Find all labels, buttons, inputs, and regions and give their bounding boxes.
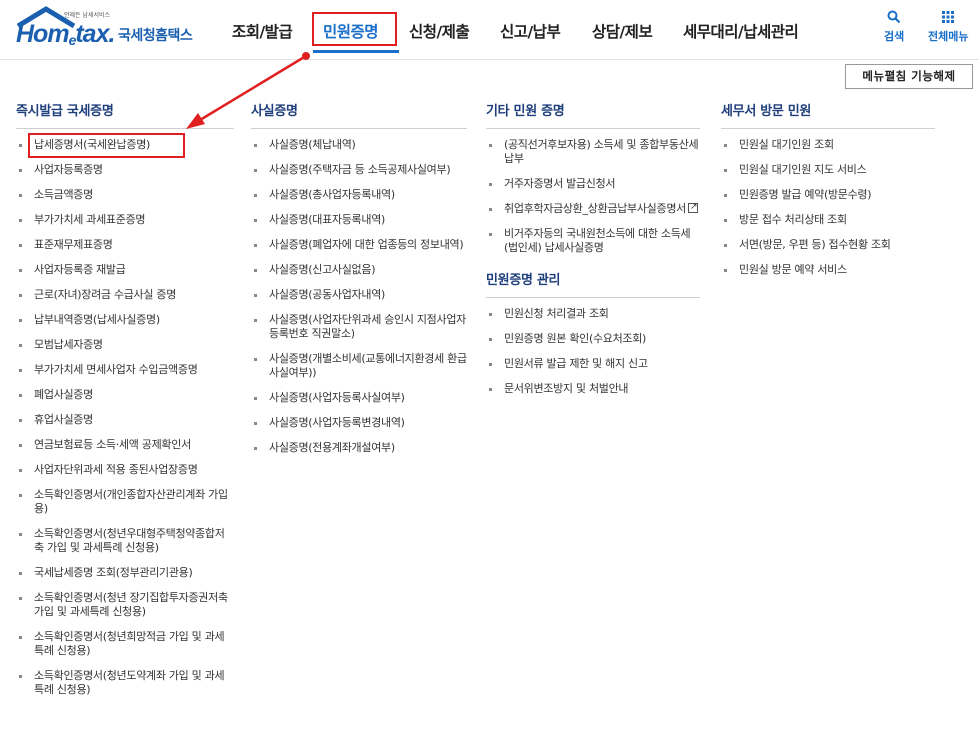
logo-word-a: Hom — [16, 20, 70, 48]
menu-link[interactable]: 사실증명(신고사실없음) — [251, 263, 467, 277]
menu-link-text: 취업후학자금상환_상환금납부사실증명서 — [504, 202, 686, 215]
menu-link[interactable]: 거주자증명서 발급신청서 — [486, 177, 700, 191]
menu-link[interactable]: 사실증명(사업자등록변경내역) — [251, 416, 467, 430]
menu-link[interactable]: 사실증명(전용계좌개설여부) — [251, 441, 467, 455]
menu-link[interactable]: 비거주자등의 국내원천소득에 대한 소득세(법인세) 납세사실증명 — [486, 227, 700, 255]
menu-link[interactable]: 사실증명(사업자등록사실여부) — [251, 391, 467, 405]
menu-link[interactable]: 민원실 대기인원 지도 서비스 — [721, 163, 935, 177]
menu-link[interactable]: 모범납세자증명 — [16, 338, 234, 352]
menu-link[interactable]: 방문 접수 처리상태 조회 — [721, 213, 935, 227]
menu-link[interactable]: 민원실 방문 예약 서비스 — [721, 263, 935, 277]
logo-wordmark: Hometax. — [16, 20, 115, 49]
menu-link[interactable]: 사업자등록증명 — [16, 163, 234, 177]
col-fact-list: 사실증명(체납내역) 사실증명(주택자금 등 소득공제사실여부) 사실증명(총사… — [251, 138, 467, 455]
menu-link[interactable]: 민원서류 발급 제한 및 해지 신고 — [486, 357, 700, 371]
menu-link[interactable]: 부가가치세 과세표준증명 — [16, 213, 234, 227]
gnb-item-agent[interactable]: 세무대리/납세관리 — [683, 20, 799, 42]
menu-link[interactable]: 국세납세증명 조회(정부관리기관용) — [16, 566, 234, 580]
search-icon — [884, 10, 904, 28]
menu-link[interactable]: 소득확인증명서(개인종합자산관리계좌 가입용) — [16, 488, 234, 516]
logo-word-e: e — [68, 32, 77, 48]
col-manage-list: 민원신청 처리결과 조회 민원증명 원본 확인(수요처조회) 민원서류 발급 제… — [486, 307, 700, 396]
menu-link[interactable]: 사실증명(체납내역) — [251, 138, 467, 152]
col-immediate-title: 즉시발급 국세증명 — [16, 100, 234, 129]
menu-link[interactable]: 납부내역증명(납세사실증명) — [16, 313, 234, 327]
logo-word-b: tax. — [75, 20, 115, 48]
menu-link[interactable]: 소득확인증명서(청년 장기집합투자증권저축가입 및 과세특례 신청용) — [16, 591, 234, 619]
col-fact-title: 사실증명 — [251, 100, 467, 129]
highlight-box-item — [28, 133, 185, 158]
menu-link[interactable]: 표준재무제표증명 — [16, 238, 234, 252]
menu-link[interactable]: 사업자단위과세 적용 종된사업장증명 — [16, 463, 234, 477]
highlight-box-gnb — [312, 12, 397, 46]
menu-link[interactable]: 연금보험료등 소득·세액 공제확인서 — [16, 438, 234, 452]
menu-link[interactable]: 부가가치세 면세사업자 수입금액증명 — [16, 363, 234, 377]
menu-link[interactable]: 소득확인증명서(청년희망적금 가입 및 과세특례 신청용) — [16, 630, 234, 658]
gnb-item-filing[interactable]: 신고/납부 — [500, 20, 561, 42]
menu-link[interactable]: 사실증명(사업자단위과세 승인시 지점사업자등록번호 직권말소) — [251, 313, 467, 341]
col-visit-title: 세무서 방문 민원 — [721, 100, 935, 129]
col-visit: 세무서 방문 민원 민원실 대기인원 조회 민원실 대기인원 지도 서비스 민원… — [721, 100, 935, 288]
col-other-list: (공직선거후보자용) 소득세 및 종합부동산세 납부 거주자증명서 발급신청서 … — [486, 138, 700, 255]
menu-link[interactable]: 사실증명(총사업자등록내역) — [251, 188, 467, 202]
menu-link[interactable]: 민원증명 발급 예약(방문수령) — [721, 188, 935, 202]
menu-link[interactable]: 사실증명(주택자금 등 소득공제사실여부) — [251, 163, 467, 177]
menu-link[interactable]: 사실증명(폐업자에 대한 업종등의 정보내역) — [251, 238, 467, 252]
search-button[interactable]: 검색 — [884, 10, 904, 44]
menu-link[interactable]: (공직선거후보자용) 소득세 및 종합부동산세 납부 — [486, 138, 700, 166]
external-link-icon — [687, 200, 698, 214]
all-menu-label: 전체메뉴 — [928, 30, 969, 43]
menu-link[interactable]: 민원신청 처리결과 조회 — [486, 307, 700, 321]
menu-link[interactable]: 휴업사실증명 — [16, 413, 234, 427]
hometax-logo[interactable]: 언제든 납세서비스 Hometax. 국세청홈택스 — [14, 6, 199, 50]
all-menu-button[interactable]: 전체메뉴 — [928, 10, 968, 44]
menu-link[interactable]: 사실증명(공동사업자내역) — [251, 288, 467, 302]
menu-link[interactable]: 근로(자녀)장려금 수급사실 증명 — [16, 288, 234, 302]
menu-link[interactable]: 사업자등록증 재발급 — [16, 263, 234, 277]
gnb-item-inquiry[interactable]: 조회/발급 — [232, 20, 293, 42]
col-visit-list: 민원실 대기인원 조회 민원실 대기인원 지도 서비스 민원증명 발급 예약(방… — [721, 138, 935, 277]
menu-link[interactable]: 폐업사실증명 — [16, 388, 234, 402]
logo-tagline: 언제든 납세서비스 — [64, 12, 111, 19]
col-manage-title: 민원증명 관리 — [486, 269, 700, 298]
menu-link[interactable]: 사실증명(개별소비세(교통에너지환경세 환급사실여부)) — [251, 352, 467, 380]
col-other: 기타 민원 증명 (공직선거후보자용) 소득세 및 종합부동산세 납부 거주자증… — [486, 100, 700, 407]
col-immediate-list: 납세증명서(국세완납증명) 사업자등록증명 소득금액증명 부가가치세 과세표준증… — [16, 138, 234, 697]
menu-link[interactable]: 취업후학자금상환_상환금납부사실증명서 — [486, 200, 700, 216]
col-fact: 사실증명 사실증명(체납내역) 사실증명(주택자금 등 소득공제사실여부) 사실… — [251, 100, 467, 466]
col-other-title: 기타 민원 증명 — [486, 100, 700, 129]
menu-fold-toggle-button[interactable]: 메뉴펼침 기능해제 — [845, 64, 973, 89]
menu-link[interactable]: 민원증명 원본 확인(수요처조회) — [486, 332, 700, 346]
logo-korean-name: 국세청홈택스 — [118, 28, 193, 44]
search-label: 검색 — [884, 30, 905, 43]
top-header: 언제든 납세서비스 Hometax. 국세청홈택스 조회/발급 민원증명 신청/… — [0, 0, 979, 60]
menu-link[interactable]: 소득금액증명 — [16, 188, 234, 202]
menu-link[interactable]: 민원실 대기인원 조회 — [721, 138, 935, 152]
grid-menu-icon — [928, 10, 968, 28]
menu-link[interactable]: 문서위변조방지 및 처벌안내 — [486, 382, 700, 396]
col-immediate: 즉시발급 국세증명 납세증명서(국세완납증명) 사업자등록증명 소득금액증명 부… — [16, 100, 234, 708]
menu-link[interactable]: 소득확인증명서(청년우대형주택청약종합저축 가입 및 과세특례 신청용) — [16, 527, 234, 555]
menu-link[interactable]: 소득확인증명서(청년도약계좌 가입 및 과세특례 신청용) — [16, 669, 234, 697]
menu-link[interactable]: 서면(방문, 우편 등) 접수현황 조회 — [721, 238, 935, 252]
gnb-item-consult[interactable]: 상담/제보 — [592, 20, 653, 42]
gnb-active-underline — [313, 50, 399, 53]
gnb-item-application[interactable]: 신청/제출 — [409, 20, 470, 42]
menu-link[interactable]: 사실증명(대표자등록내역) — [251, 213, 467, 227]
